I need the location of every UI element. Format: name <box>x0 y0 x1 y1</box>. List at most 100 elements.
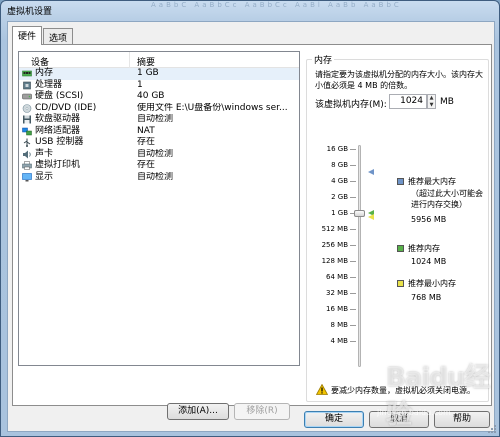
memory-scale-tick-label: 8 GB <box>331 161 348 169</box>
legend-min-swatch <box>397 280 404 287</box>
memory-scale-tick-mark <box>350 261 356 262</box>
ok-button[interactable]: 确定 <box>304 411 364 428</box>
memory-scale-tick-mark <box>350 309 356 310</box>
tab-options[interactable]: 选项 <box>43 28 74 44</box>
device-row[interactable]: 网络适配器 NAT <box>19 126 299 138</box>
title-bar[interactable]: 虚拟机设置 AaBbC AaBbCc AaBbCc AaBl AaBb AaBb… <box>1 1 499 19</box>
warning-icon <box>316 384 328 395</box>
memory-spin-buttons[interactable]: ▲ ▼ <box>427 94 436 109</box>
memory-scale-tick-label: 128 MB <box>321 257 348 265</box>
device-row[interactable]: 显示 自动检测 <box>19 172 299 184</box>
memory-scale-tick-mark <box>350 293 356 294</box>
memory-field-label: 该虚拟机内存(M): <box>315 100 387 110</box>
memory-description: 请指定要为该虚拟机分配的内存大小。该内存大小值必须是 4 MB 的倍数。 <box>315 70 483 90</box>
device-summary: 自动检测 <box>137 148 174 159</box>
dialog-window: 虚拟机设置 AaBbC AaBbCc AaBbCc AaBl AaBb AaBb… <box>0 0 500 437</box>
column-header-device[interactable]: 设备 <box>31 55 49 68</box>
sound-card-icon <box>22 150 32 159</box>
memory-slider-track[interactable] <box>358 145 361 367</box>
device-name: CD/DVD (IDE) <box>35 102 97 113</box>
device-list[interactable]: 设备 摘要 内存 1 GB 处理器 1 硬盘 (SCSI) 40 GB CD/DVD (ID… <box>18 51 300 366</box>
baidu-watermark: Baidu经验 <box>386 363 490 430</box>
device-summary: 自动检测 <box>137 114 174 124</box>
device-name: 软盘驱动器 <box>35 114 81 124</box>
resize-grip-icon[interactable] <box>487 424 497 434</box>
device-name: 硬盘 (SCSI) <box>35 91 84 101</box>
memory-scale-tick-label: 4 MB <box>330 337 348 345</box>
device-name: 声卡 <box>35 148 54 159</box>
device-summary: 存在 <box>137 137 156 147</box>
memory-scale-tick-label: 4 GB <box>331 177 348 185</box>
legend-recommended-label: 推荐内存 <box>408 244 440 253</box>
legend-max-swatch <box>397 178 404 185</box>
device-row[interactable]: CD/DVD (IDE) 使用文件 E:\U盘备份\windows ser... <box>19 103 299 115</box>
memory-size-input[interactable]: 1024 <box>389 94 427 109</box>
memory-scale-tick-mark <box>350 245 356 246</box>
processor-icon <box>22 81 32 90</box>
memory-scale-tick-label: 16 GB <box>326 145 348 153</box>
memory-scale-tick-mark <box>350 197 356 198</box>
memory-scale-tick-label: 2 GB <box>331 193 348 201</box>
recommended-min-marker-icon <box>368 214 374 220</box>
legend-min-label: 推荐最小内存 <box>408 279 456 288</box>
device-summary: 40 GB <box>137 91 165 101</box>
cd-dvd-icon <box>22 103 32 113</box>
memory-scale-tick-mark <box>350 325 356 326</box>
device-row[interactable]: 处理器 1 <box>19 80 299 92</box>
legend-min-value: 768 MB <box>411 293 442 302</box>
memory-scale-tick-mark <box>350 341 356 342</box>
memory-scale-tick-label: 256 MB <box>321 241 348 249</box>
memory-scale-tick-mark <box>350 181 356 182</box>
memory-scale-tick-label: 8 MB <box>330 321 348 329</box>
device-summary: 1 GB <box>137 68 159 78</box>
device-rows: 内存 1 GB 处理器 1 硬盘 (SCSI) 40 GB CD/DVD (IDE) 使用文件… <box>19 68 299 183</box>
memory-scale-tick-label: 1 GB <box>331 209 348 217</box>
memory-scale-tick-mark <box>350 165 356 166</box>
device-row[interactable]: 虚拟打印机 存在 <box>19 160 299 172</box>
background-app-ribbon: AaBbC AaBbCc AaBbCc AaBl AaBb AaBbC <box>151 1 402 9</box>
legend-max-label: 推荐最大内存 <box>408 177 456 186</box>
device-list-header: 设备 摘要 <box>19 52 299 68</box>
add-device-button[interactable]: 添加(A)... <box>167 403 229 420</box>
device-summary: 使用文件 E:\U盘备份\windows ser... <box>137 102 288 113</box>
legend-recommended-swatch <box>397 245 404 252</box>
column-separator[interactable] <box>129 52 130 68</box>
legend-recommended-value: 1024 MB <box>411 257 447 266</box>
network-adapter-icon <box>22 127 32 136</box>
device-row[interactable]: USB 控制器 存在 <box>19 137 299 149</box>
usb-icon <box>22 138 32 147</box>
tab-hardware[interactable]: 硬件 <box>12 26 43 45</box>
spin-down-icon[interactable]: ▼ <box>428 102 435 109</box>
remove-device-button[interactable]: 移除(R) <box>234 403 290 420</box>
device-name: 内存 <box>35 68 54 78</box>
memory-scale-tick-label: 32 MB <box>326 289 348 297</box>
device-name: 网络适配器 <box>35 125 81 136</box>
spin-up-icon[interactable]: ▲ <box>428 95 435 102</box>
floppy-icon <box>22 115 32 124</box>
device-row[interactable]: 声卡 自动检测 <box>19 149 299 161</box>
device-row[interactable]: 内存 1 GB <box>19 68 299 80</box>
memory-scale-tick-mark <box>350 149 356 150</box>
device-row[interactable]: 硬盘 (SCSI) 40 GB <box>19 91 299 103</box>
device-summary: 自动检测 <box>137 171 174 182</box>
device-name: 处理器 <box>35 79 63 90</box>
printer-icon <box>22 161 32 170</box>
memory-unit-label: MB <box>440 97 454 107</box>
column-header-summary[interactable]: 摘要 <box>137 55 155 68</box>
memory-scale-tick-label: 512 MB <box>321 225 348 233</box>
device-name: USB 控制器 <box>35 137 84 147</box>
device-name: 虚拟打印机 <box>35 160 81 170</box>
device-row[interactable]: 软盘驱动器 自动检测 <box>19 114 299 126</box>
device-name: 显示 <box>35 171 54 182</box>
memory-scale-tick-label: 16 MB <box>326 305 348 313</box>
device-summary: NAT <box>137 125 155 136</box>
legend-max-value: 5956 MB <box>411 215 447 224</box>
display-icon <box>22 172 32 182</box>
memory-scale-tick-mark <box>350 229 356 230</box>
watermark-url: jingyan.baidu.com <box>377 408 451 417</box>
memory-scale-tick-mark <box>350 277 356 278</box>
memory-slider-thumb[interactable] <box>354 210 365 217</box>
device-summary: 存在 <box>137 160 156 170</box>
recommended-max-marker-icon <box>368 169 374 175</box>
hard-disk-icon <box>22 92 32 101</box>
